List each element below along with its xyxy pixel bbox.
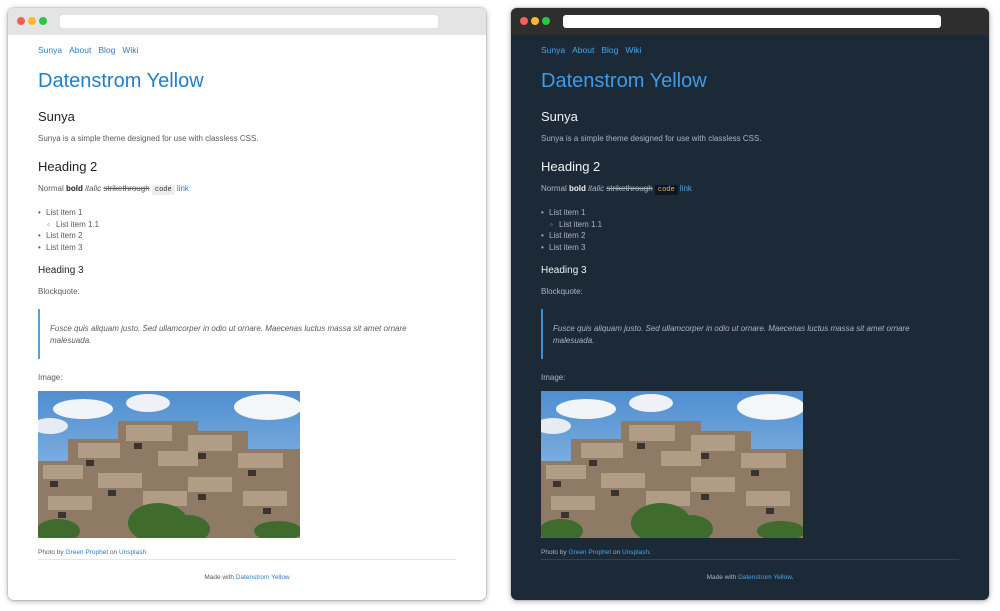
nav-link-about[interactable]: About	[572, 45, 594, 55]
intro-paragraph: Sunya is a simple theme designed for use…	[38, 134, 259, 143]
blockquote-text: Fusce quis aliquam justo. Sed ullamcorpe…	[553, 324, 910, 345]
italic-text: italic	[588, 184, 605, 193]
site-footer: Made with Datenstrom Yellow.	[541, 574, 959, 581]
footer-prefix: Made with	[706, 574, 737, 581]
blockquote-label: Blockquote:	[541, 287, 583, 296]
strikethrough-text: strikethrough	[103, 184, 150, 193]
heading-2: Heading 2	[38, 159, 98, 174]
caption-prefix: Photo by	[541, 549, 567, 556]
browser-window-light: Sunya About Blog Wiki Datenstrom Yellow Sun…	[8, 8, 486, 600]
inline-link[interactable]: link	[680, 184, 692, 193]
formatting-line: Normal bold italic strikethrough code li…	[541, 184, 692, 195]
inline-link[interactable]: link	[177, 184, 189, 193]
caption-end: .	[649, 549, 651, 556]
nav-link-blog[interactable]: Blog	[98, 45, 115, 55]
normal-text: Normal	[541, 184, 567, 193]
list-item: List item 1	[38, 207, 99, 219]
nav-link-wiki[interactable]: Wiki	[122, 45, 138, 55]
blockquote-label: Blockquote:	[38, 287, 80, 296]
site-nav: Sunya About Blog Wiki	[541, 45, 648, 55]
footer-prefix: Made with	[204, 574, 234, 581]
photo-caption: Photo by Green Prophet on Unsplash.	[541, 549, 651, 556]
title-bar	[511, 8, 989, 35]
blockquote: Fusce quis aliquam justo. Sed ullamcorpe…	[541, 309, 953, 359]
nav-link-blog[interactable]: Blog	[601, 45, 618, 55]
minimize-button[interactable]	[28, 17, 36, 25]
bullet-list: List item 1 List item 1.1 List item 2 Li…	[38, 207, 99, 253]
image-label: Image:	[541, 373, 566, 382]
site-footer: Made with Datenstrom Yellow	[38, 574, 456, 581]
site-nav: Sunya About Blog Wiki	[38, 45, 145, 55]
close-button[interactable]	[17, 17, 25, 25]
nested-list-item: List item 1.1	[38, 219, 99, 231]
site-title[interactable]: Datenstrom Yellow	[541, 70, 707, 93]
list-item: List item 3	[38, 242, 99, 254]
image-label: Image:	[38, 373, 63, 382]
nav-link-sunya[interactable]: Sunya	[38, 45, 62, 55]
bullet-list: List item 1 List item 1.1 List item 2 Li…	[541, 207, 602, 253]
minimize-button[interactable]	[531, 17, 539, 25]
list-item: List item 3	[541, 242, 602, 254]
heading-3: Heading 3	[541, 265, 587, 276]
page-content: Sunya About Blog Wiki Datenstrom Yellow Sun…	[541, 35, 959, 600]
normal-text: Normal	[38, 184, 64, 193]
bold-text: bold	[66, 184, 83, 193]
list-item: List item 2	[541, 230, 602, 242]
caption-on: on	[612, 549, 621, 556]
maximize-button[interactable]	[39, 17, 47, 25]
heading-3: Heading 3	[38, 265, 84, 276]
maximize-button[interactable]	[542, 17, 550, 25]
title-bar	[8, 8, 486, 35]
photographer-link[interactable]: Green Prophet	[65, 549, 108, 556]
address-bar[interactable]	[563, 15, 941, 28]
close-button[interactable]	[520, 17, 528, 25]
unsplash-link[interactable]: Unsplash	[622, 549, 649, 556]
strikethrough-text: strikethrough	[606, 184, 653, 193]
nav-link-wiki[interactable]: Wiki	[625, 45, 641, 55]
nav-link-about[interactable]: About	[69, 45, 91, 55]
section-heading: Sunya	[38, 109, 75, 124]
inline-code: code	[654, 185, 678, 195]
section-heading: Sunya	[541, 109, 578, 124]
page-content: Sunya About Blog Wiki Datenstrom Yellow Sun…	[38, 35, 456, 600]
caption-prefix: Photo by	[38, 549, 64, 556]
formatting-line: Normal bold italic strikethrough code li…	[38, 184, 189, 195]
blockquote: Fusce quis aliquam justo. Sed ullamcorpe…	[38, 309, 450, 359]
browser-window-dark: Sunya About Blog Wiki Datenstrom Yellow Sun…	[511, 8, 989, 600]
nested-list-item: List item 1.1	[541, 219, 602, 231]
site-title[interactable]: Datenstrom Yellow	[38, 70, 204, 93]
bold-text: bold	[569, 184, 586, 193]
footer-link[interactable]: Datenstrom Yellow	[236, 574, 290, 581]
habitat-photo	[38, 391, 300, 538]
list-item: List item 1	[541, 207, 602, 219]
inline-code: code	[151, 185, 175, 195]
list-item: List item 2	[38, 230, 99, 242]
photographer-link[interactable]: Green Prophet	[568, 549, 611, 556]
caption-on: on	[109, 549, 118, 556]
nav-link-sunya[interactable]: Sunya	[541, 45, 565, 55]
habitat-photo	[541, 391, 803, 538]
unsplash-link[interactable]: Unsplash	[119, 549, 146, 556]
address-bar[interactable]	[60, 15, 438, 28]
blockquote-text: Fusce quis aliquam justo. Sed ullamcorpe…	[50, 324, 407, 345]
footer-link[interactable]: Datenstrom Yellow	[738, 574, 791, 581]
footer-end: .	[791, 574, 794, 581]
footer-divider	[38, 559, 456, 560]
intro-paragraph: Sunya is a simple theme designed for use…	[541, 134, 762, 143]
italic-text: italic	[85, 184, 102, 193]
footer-divider	[541, 559, 959, 560]
heading-2: Heading 2	[541, 159, 601, 174]
photo-caption: Photo by Green Prophet on Unsplash	[38, 549, 146, 556]
